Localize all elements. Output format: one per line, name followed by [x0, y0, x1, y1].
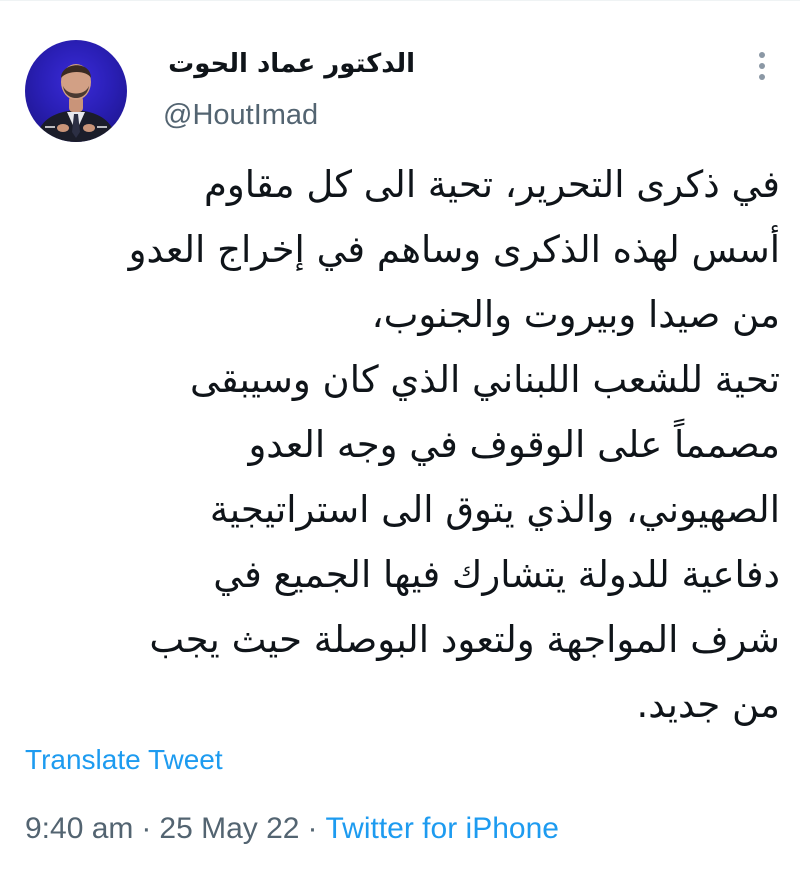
- tweet-line: من جديد.: [636, 683, 780, 726]
- tweet-line: مصمماً على الوقوف في وجه العدو: [248, 423, 780, 466]
- translate-tweet-link[interactable]: Translate Tweet: [25, 742, 223, 778]
- tweet-date: 25 May 22: [159, 812, 300, 845]
- tweet-line: في ذكرى التحرير، تحية الى كل مقاوم: [203, 163, 780, 206]
- more-options-button[interactable]: [742, 42, 782, 90]
- avatar[interactable]: [25, 40, 127, 142]
- author-handle[interactable]: @HoutImad: [163, 96, 318, 134]
- tweet-time: 9:40 am: [25, 812, 134, 845]
- tweet-line: دفاعية للدولة يتشارك فيها الجميع في: [213, 553, 780, 596]
- meta-separator: ·: [141, 812, 152, 845]
- more-vertical-icon: [759, 52, 765, 80]
- tweet-text: في ذكرى التحرير، تحية الى كل مقاوم أسس ل…: [20, 152, 780, 737]
- tweet-source-link[interactable]: Twitter for iPhone: [326, 812, 559, 845]
- tweet-metadata: 9:40 am · 25 May 22 · Twitter for iPhone: [25, 809, 559, 849]
- author-display-name[interactable]: الدكتور عماد الحوت: [145, 44, 415, 84]
- meta-separator: ·: [307, 812, 318, 845]
- tweet-line: شرف المواجهة ولتعود البوصلة حيث يجب: [149, 618, 780, 661]
- top-divider: [0, 0, 800, 1]
- tweet-line: أسس لهذه الذكرى وساهم في إخراج العدو: [128, 228, 780, 271]
- tweet-line: من صيدا وبيروت والجنوب،: [371, 293, 780, 336]
- avatar-photo-icon: [35, 64, 117, 142]
- tweet-line: الصهيوني، والذي يتوق الى استراتيجية: [209, 488, 780, 531]
- tweet-line: تحية للشعب اللبناني الذي كان وسيبقى: [190, 358, 780, 401]
